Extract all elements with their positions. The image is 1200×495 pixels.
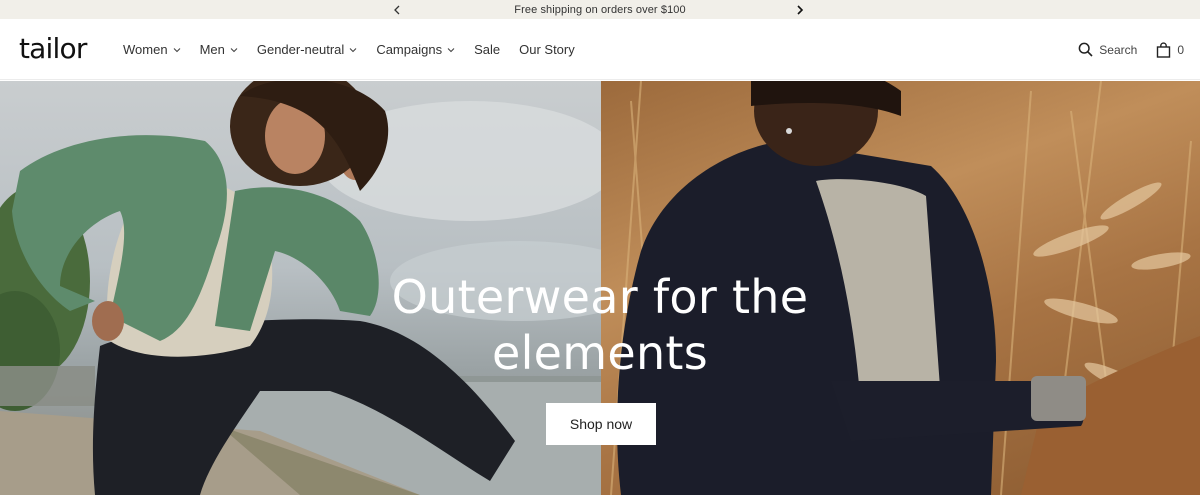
hero-heading: Outerwear for the elements bbox=[0, 269, 1200, 381]
hero-heading-line-2: elements bbox=[491, 326, 709, 380]
nav-item-label: Campaigns bbox=[376, 42, 443, 57]
chevron-down-icon bbox=[349, 47, 357, 52]
cart-count: 0 bbox=[1177, 42, 1184, 57]
nav-item-sale[interactable]: Sale bbox=[474, 42, 500, 57]
search-button[interactable]: Search bbox=[1078, 42, 1137, 57]
nav-item-label: Men bbox=[199, 42, 225, 57]
shop-now-button[interactable]: Shop now bbox=[546, 403, 656, 445]
logo[interactable]: tailor bbox=[19, 32, 87, 65]
search-label: Search bbox=[1099, 42, 1138, 57]
announcement-next-button[interactable] bbox=[790, 0, 810, 19]
nav-item-our-story[interactable]: Our Story bbox=[519, 42, 575, 57]
header-actions: Search 0 bbox=[1078, 19, 1184, 80]
chevron-down-icon bbox=[173, 47, 180, 52]
main-nav: Women Men Gender-neutral Campaigns Sale … bbox=[123, 19, 594, 80]
nav-item-campaigns[interactable]: Campaigns bbox=[376, 42, 455, 57]
chevron-left-icon bbox=[394, 5, 400, 14]
hero-banner: Outerwear for the elements Shop now bbox=[0, 81, 1200, 495]
nav-item-label: Women bbox=[123, 42, 168, 57]
chevron-down-icon bbox=[447, 47, 455, 52]
announcement-text: Free shipping on orders over $100 bbox=[514, 3, 686, 16]
announcement-bar: Free shipping on orders over $100 bbox=[0, 0, 1200, 19]
nav-item-women[interactable]: Women bbox=[123, 42, 181, 57]
announcement-prev-button[interactable] bbox=[387, 0, 407, 19]
nav-item-gender-neutral[interactable]: Gender-neutral bbox=[257, 42, 357, 57]
chevron-right-icon bbox=[797, 4, 804, 15]
nav-item-label: Our Story bbox=[519, 42, 575, 57]
chevron-down-icon bbox=[230, 47, 238, 52]
nav-item-label: Sale bbox=[474, 42, 501, 57]
site-header: tailor Women Men Gender-neutral Campaign… bbox=[0, 19, 1200, 80]
nav-item-label: Gender-neutral bbox=[256, 42, 345, 57]
cart-button[interactable]: 0 bbox=[1156, 41, 1184, 58]
shopping-bag-icon bbox=[1157, 41, 1171, 58]
nav-item-men[interactable]: Men bbox=[200, 42, 238, 57]
search-icon bbox=[1078, 42, 1093, 57]
hero-heading-line-1: Outerwear for the bbox=[391, 270, 809, 324]
